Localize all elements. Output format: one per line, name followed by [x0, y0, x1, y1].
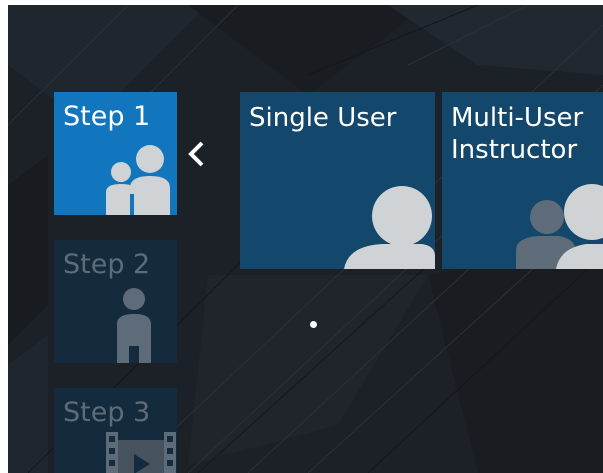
multi-user-instructor-label: Multi-User Instructor: [451, 103, 584, 165]
screen: Step 1 Step 2 Step 3 Single User Multi-U…: [8, 5, 603, 473]
single-user-icon: [117, 288, 151, 363]
step-1-tile[interactable]: Step 1: [54, 92, 177, 215]
step-3-tile[interactable]: Step 3: [54, 388, 177, 473]
multi-user-instructor-tile[interactable]: Multi-User Instructor: [442, 92, 603, 269]
user-pair-icon: [106, 145, 170, 215]
step-2-tile[interactable]: Step 2: [54, 240, 177, 363]
mouse-cursor-dot: [310, 321, 317, 328]
multi-user-icon: [516, 184, 603, 269]
step-1-label: Step 1: [63, 101, 151, 132]
step-2-label: Step 2: [63, 249, 151, 280]
step-3-label: Step 3: [63, 397, 151, 428]
single-user-tile[interactable]: Single User: [240, 92, 435, 269]
single-user-label: Single User: [249, 103, 397, 133]
single-user-icon: [344, 186, 435, 269]
chevron-left-icon[interactable]: [186, 137, 208, 171]
film-icon: [106, 432, 176, 473]
